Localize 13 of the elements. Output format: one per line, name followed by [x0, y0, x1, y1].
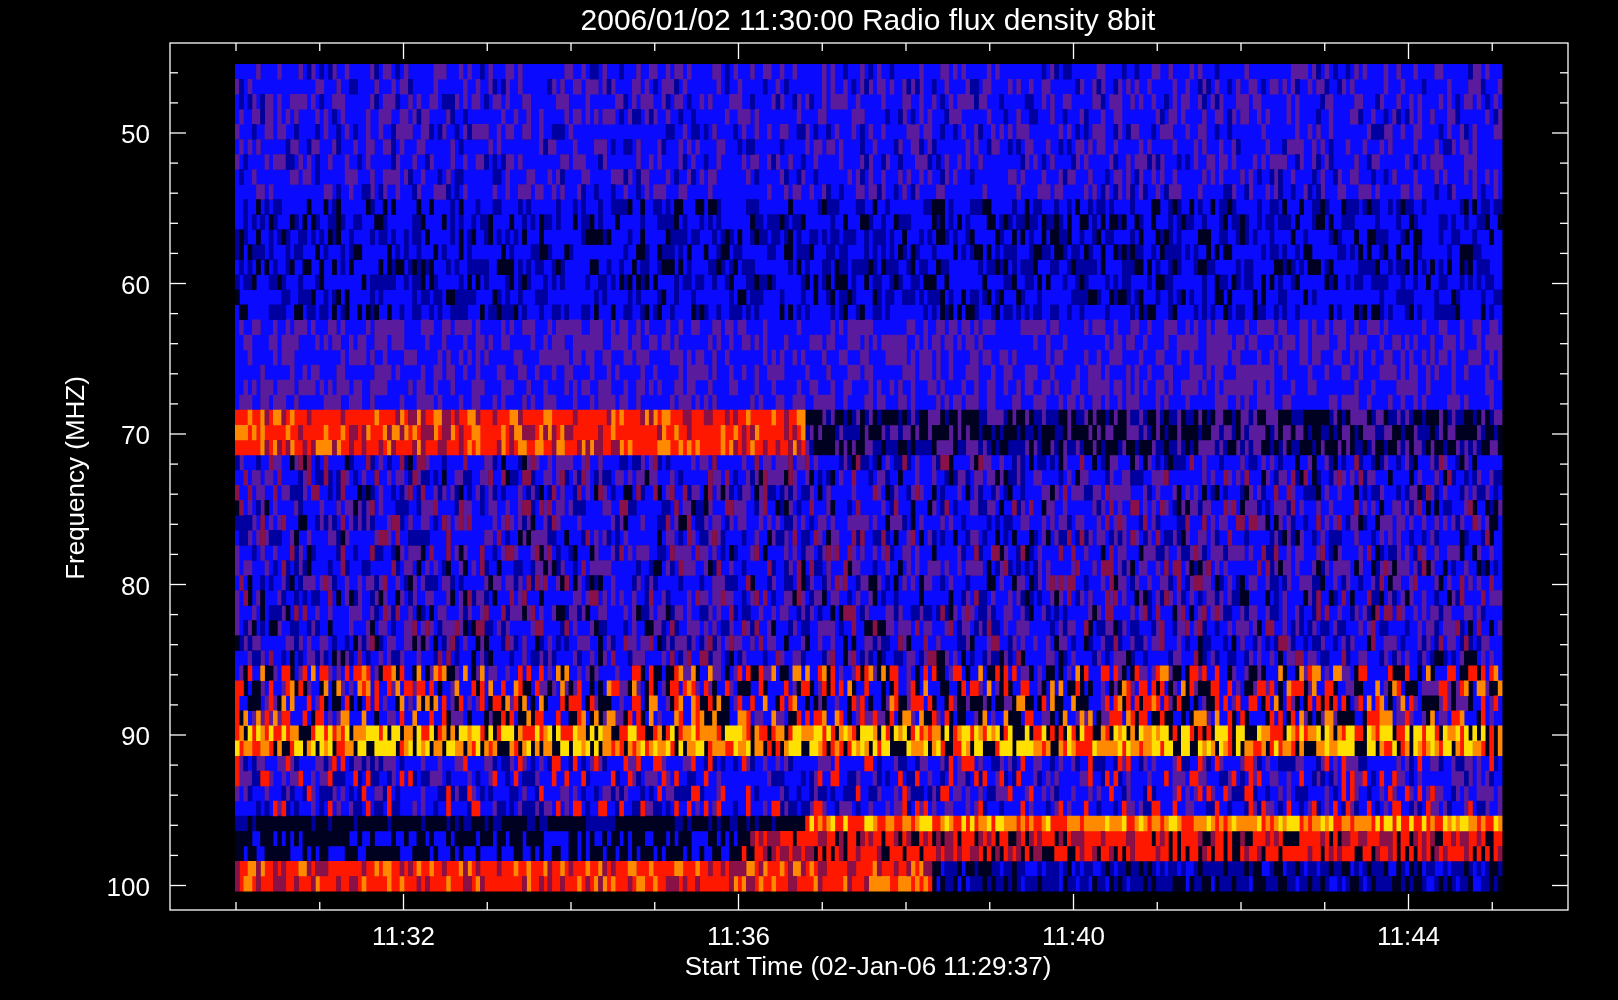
y-tick-label: 90 — [121, 721, 150, 751]
y-tick-label: 50 — [121, 119, 150, 149]
x-tick-label: 11:32 — [371, 921, 436, 951]
y-tick-label: 70 — [121, 420, 150, 450]
y-tick-label: 80 — [121, 570, 150, 601]
x-tick-label: 11:40 — [1041, 921, 1106, 951]
x-tick-label: 11:36 — [706, 921, 771, 951]
x-axis-label: Start Time (02-Jan-06 11:29:37) — [684, 951, 1052, 981]
y-tick-label: 100 — [106, 871, 150, 902]
chart-title: 2006/01/02 11:30:00 Radio flux density 8bit — [580, 3, 1156, 36]
x-tick-label: 11:44 — [1376, 921, 1441, 951]
y-axis-label: Frequency (MHZ) — [60, 376, 90, 580]
y-tick-label: 60 — [121, 269, 150, 300]
